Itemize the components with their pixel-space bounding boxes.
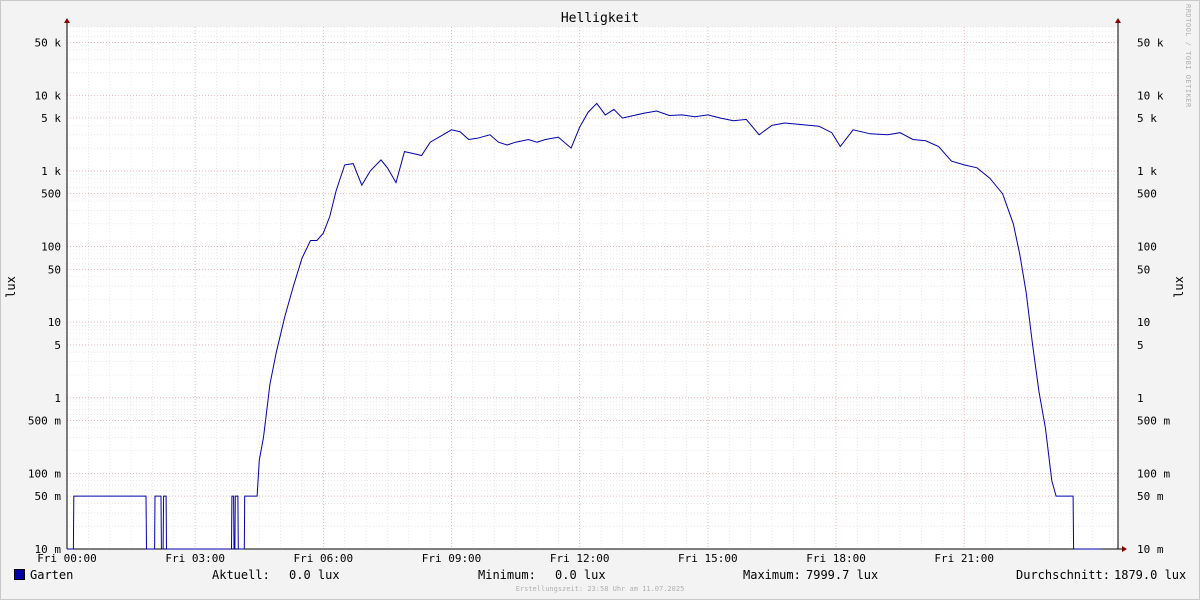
y-tick-label-right: 5 k <box>1137 112 1157 125</box>
x-tick-label: Fri 03:00 <box>165 552 225 565</box>
x-axis-arrow <box>1122 546 1127 552</box>
x-tick-label: Fri 06:00 <box>294 552 354 565</box>
legend-minimum-value: 0.0 lux <box>555 568 606 582</box>
y-tick-label-left: 500 m <box>28 415 61 428</box>
legend-series-name: Garten <box>30 568 74 582</box>
y-tick-label-left: 100 m <box>28 467 61 480</box>
y-tick-label-left: 500 <box>41 188 61 201</box>
y-axis-arrow-right <box>1115 18 1121 23</box>
legend-aktuell-value: 0.0 lux <box>289 568 340 582</box>
y-tick-label-left: 5 k <box>41 112 61 125</box>
y-tick-label-left: 50 m <box>35 490 62 503</box>
y-tick-label-right: 50 k <box>1137 36 1164 49</box>
legend-avg-label: Durchschnitt: <box>1016 568 1110 582</box>
y-tick-label-right: 50 m <box>1137 490 1164 503</box>
y-tick-label-right: 100 m <box>1137 467 1170 480</box>
y-tick-label-right: 10 <box>1137 316 1150 329</box>
y-tick-label-right: 5 <box>1137 339 1144 352</box>
x-tick-label: Fri 09:00 <box>422 552 482 565</box>
x-tick-label: Fri 21:00 <box>934 552 994 565</box>
y-tick-label-left: 5 <box>54 339 61 352</box>
y-axis-arrow-left <box>64 18 70 23</box>
y-tick-label-left: 1 k <box>41 165 61 178</box>
x-tick-label: Fri 15:00 <box>678 552 738 565</box>
x-tick-label: Fri 00:00 <box>37 552 97 565</box>
footer-timestamp: Erstellungszeit: 23:58 Uhr am 11.07.2025 <box>515 585 685 593</box>
y-tick-label-left: 10 <box>48 316 61 329</box>
y-tick-label-right: 500 m <box>1137 415 1170 428</box>
legend-maximum-value: 7999.7 lux <box>806 568 879 582</box>
y-tick-label-right: 1 <box>1137 392 1144 405</box>
legend-maximum-label: Maximum: <box>743 568 801 582</box>
y-tick-label-right: 1 k <box>1137 165 1157 178</box>
y-tick-label-right: 100 <box>1137 241 1157 254</box>
y-tick-label-right: 10 k <box>1137 89 1164 102</box>
legend-aktuell-label: Aktuell: <box>212 568 270 582</box>
plot-background <box>67 27 1118 549</box>
y-tick-label-right: 50 <box>1137 263 1150 276</box>
y-tick-label-left: 1 <box>54 392 61 405</box>
plot-area: 10 m 10 m50 m 50 m100 m 100 m500 m 500 m1 15 5… <box>28 18 1170 565</box>
legend-avg-value: 1879.0 lux <box>1114 568 1187 582</box>
x-tick-label: Fri 12:00 <box>550 552 610 565</box>
y-tick-label-left: 10 k <box>35 89 62 102</box>
y-tick-label-left: 50 k <box>35 36 62 49</box>
y-tick-label-right: 500 <box>1137 188 1157 201</box>
y-tick-label-left: 100 <box>41 241 61 254</box>
legend-minimum-label: Minimum: <box>478 568 536 582</box>
x-tick-label: Fri 18:00 <box>806 552 866 565</box>
legend-swatch-garten <box>14 569 25 580</box>
y-tick-label-right: 10 m <box>1137 543 1164 556</box>
y-tick-label-left: 50 <box>48 263 61 276</box>
